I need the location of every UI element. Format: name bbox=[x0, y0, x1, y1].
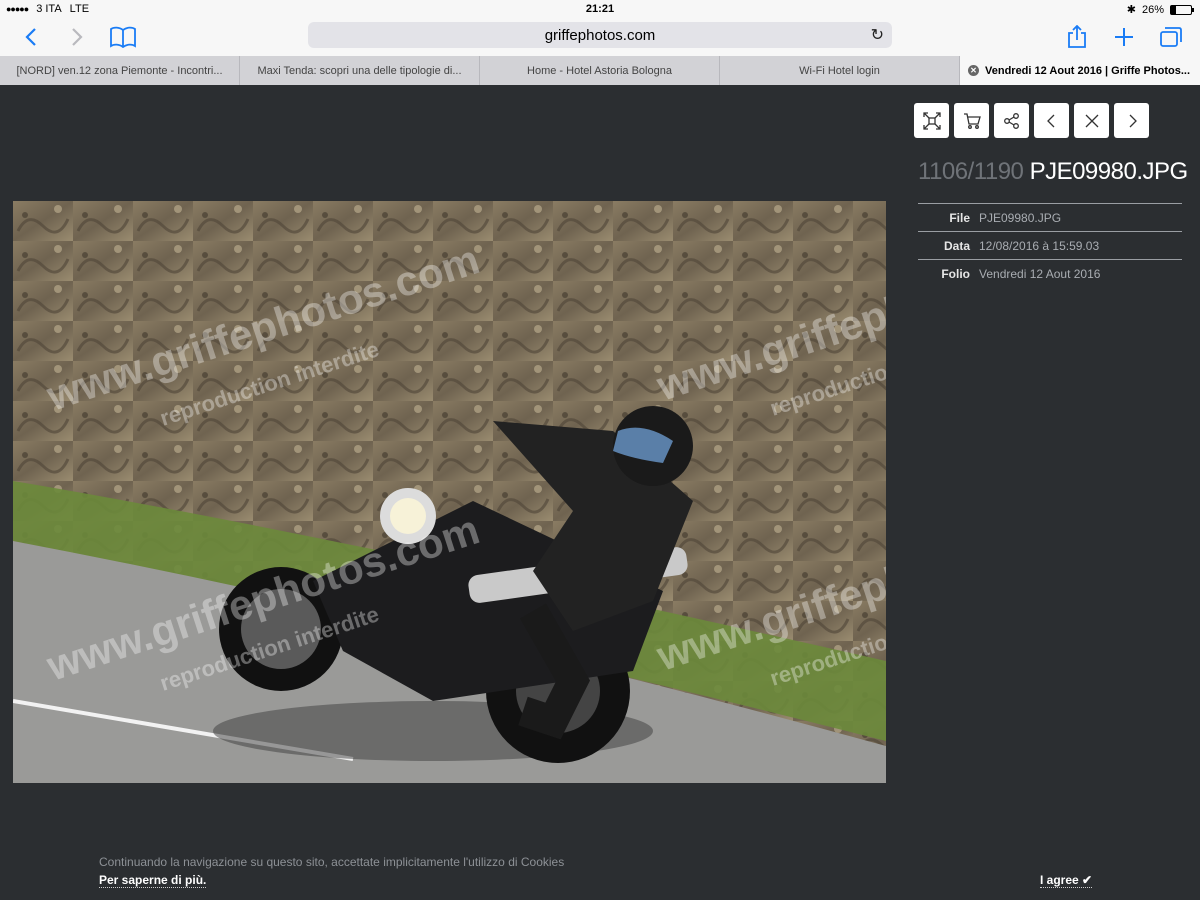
meta-value: 12/08/2016 à 15:59.03 bbox=[979, 238, 1100, 253]
share-nodes-icon[interactable] bbox=[994, 103, 1029, 138]
battery-percent: 26% bbox=[1141, 3, 1164, 16]
cookie-banner: Continuando la navigazione su questo sit… bbox=[0, 840, 1200, 900]
viewer-toolbar bbox=[914, 103, 1149, 138]
meta-value: Vendredi 12 Aout 2016 bbox=[979, 266, 1101, 281]
tab-label: Wi-Fi Hotel login bbox=[799, 64, 880, 77]
prev-icon[interactable] bbox=[1034, 103, 1069, 138]
meta-key: Folio bbox=[941, 266, 970, 281]
photo-metadata: File PJE09980.JPG Data 12/08/2016 à 15:5… bbox=[918, 203, 1182, 287]
photo-counter: 1106/1190 bbox=[918, 158, 1024, 185]
tab-label: Home - Hotel Astoria Bologna bbox=[527, 64, 672, 77]
tab-1[interactable]: [NORD] ven.12 zona Piemonte - Incontri..… bbox=[0, 56, 240, 85]
share-icon[interactable] bbox=[1062, 22, 1092, 52]
close-tab-icon[interactable]: ✕ bbox=[968, 65, 979, 76]
meta-row-file: File PJE09980.JPG bbox=[918, 203, 1182, 231]
tab-2[interactable]: Maxi Tenda: scopri una delle tipologie d… bbox=[240, 56, 480, 85]
tab-4[interactable]: Wi-Fi Hotel login bbox=[720, 56, 960, 85]
photo-title: 1106/1190 PJE09980.JPG bbox=[918, 158, 1188, 186]
back-icon[interactable] bbox=[16, 22, 46, 52]
close-icon[interactable] bbox=[1074, 103, 1109, 138]
address-bar[interactable]: griffephotos.com ↻ bbox=[308, 22, 892, 48]
cookie-agree-button[interactable]: I agree ✔ bbox=[1040, 873, 1093, 888]
status-bar: ●●●●● 3 ITA LTE 21:21 ✱ 26% bbox=[0, 0, 1200, 18]
browser-toolbar: griffephotos.com ↻ bbox=[0, 18, 1200, 56]
tab-3[interactable]: Home - Hotel Astoria Bologna bbox=[480, 56, 720, 85]
meta-key: Data bbox=[943, 238, 970, 253]
tab-strip: [NORD] ven.12 zona Piemonte - Incontri..… bbox=[0, 56, 1200, 85]
cookie-message: Continuando la navigazione su questo sit… bbox=[99, 855, 565, 869]
reload-icon[interactable]: ↻ bbox=[871, 25, 884, 45]
tab-label: [NORD] ven.12 zona Piemonte - Incontri..… bbox=[16, 64, 223, 77]
tab-label: Vendredi 12 Aout 2016 | Griffe Photos... bbox=[985, 64, 1190, 77]
tab-5-active[interactable]: ✕ Vendredi 12 Aout 2016 | Griffe Photos.… bbox=[960, 56, 1200, 85]
new-tab-icon[interactable] bbox=[1109, 22, 1139, 52]
tab-label: Maxi Tenda: scopri una delle tipologie d… bbox=[257, 64, 462, 77]
bluetooth-icon: ✱ bbox=[1126, 4, 1136, 16]
clock: 21:21 bbox=[585, 3, 615, 15]
forward-icon[interactable] bbox=[62, 22, 92, 52]
next-icon[interactable] bbox=[1114, 103, 1149, 138]
bookmarks-icon[interactable] bbox=[108, 22, 138, 52]
url-text: griffephotos.com bbox=[544, 26, 656, 44]
cart-icon[interactable] bbox=[954, 103, 989, 138]
meta-key: File bbox=[949, 210, 970, 225]
meta-row-date: Data 12/08/2016 à 15:59.03 bbox=[918, 231, 1182, 259]
fullscreen-icon[interactable] bbox=[914, 103, 949, 138]
photo-filename: PJE09980.JPG bbox=[1029, 158, 1189, 185]
meta-value: PJE09980.JPG bbox=[979, 210, 1062, 225]
main-photo[interactable]: www.griffephotos.com reproduction interd… bbox=[13, 201, 886, 783]
battery-icon bbox=[1170, 4, 1194, 15]
cookie-more-link[interactable]: Per saperne di più. bbox=[99, 873, 207, 888]
tabs-icon[interactable] bbox=[1156, 22, 1186, 52]
meta-row-folio: Folio Vendredi 12 Aout 2016 bbox=[918, 259, 1182, 287]
